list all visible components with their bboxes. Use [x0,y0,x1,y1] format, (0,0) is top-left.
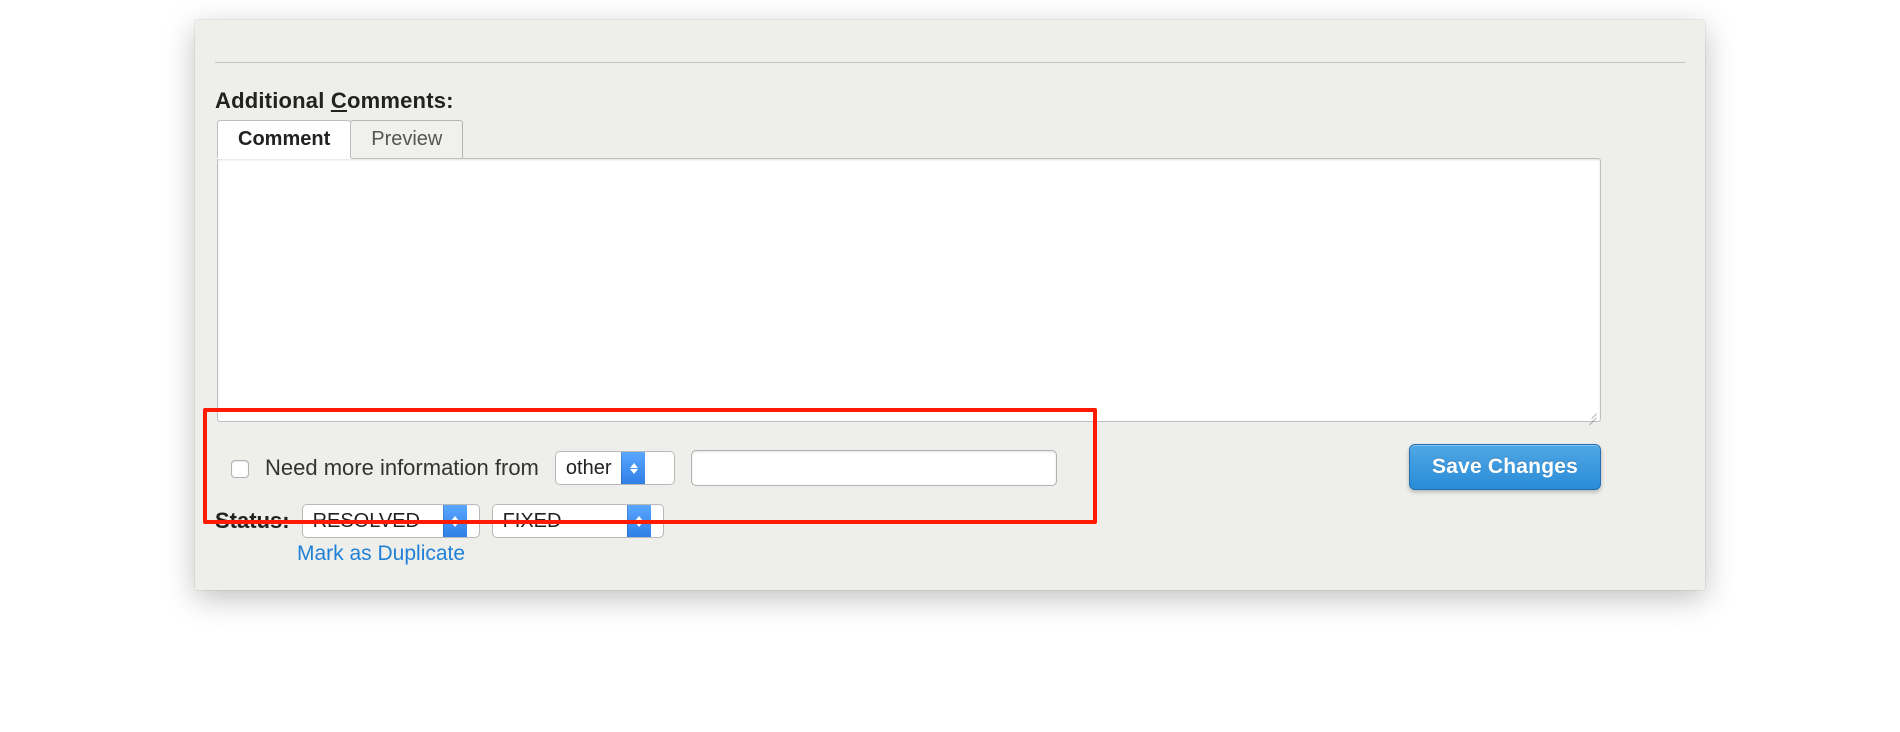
select-value: RESOLVED [303,510,443,533]
bug-edit-panel: Additional Comments: Comment Preview Nee… [195,20,1705,590]
select-value: other [556,457,622,480]
heading-part: Additional [215,88,331,113]
comment-textarea[interactable] [218,159,1600,421]
tab-comment[interactable]: Comment [217,120,351,158]
needinfo-row: Need more information from other [231,450,1057,486]
additional-comments-heading: Additional Comments: [215,88,454,114]
status-row: Status: RESOLVED FIXED [215,504,664,538]
needinfo-from-select[interactable]: other [555,451,675,485]
select-arrows-icon [621,452,645,484]
needinfo-label: Need more information from [265,455,539,481]
status-select[interactable]: RESOLVED [302,504,480,538]
heading-part: omments: [347,88,454,113]
mark-as-duplicate-link[interactable]: Mark as Duplicate [297,542,465,566]
select-arrows-icon [627,505,651,537]
save-changes-button[interactable]: Save Changes [1409,444,1601,490]
heading-accesskey: C [331,88,347,113]
needinfo-checkbox[interactable] [231,460,249,478]
resolution-select[interactable]: FIXED [492,504,664,538]
comment-textarea-wrap [217,158,1601,422]
tab-preview[interactable]: Preview [350,120,463,158]
select-value: FIXED [493,510,627,533]
status-label: Status: [215,508,290,534]
comment-tabs: Comment Preview [217,120,462,158]
needinfo-from-input[interactable] [691,450,1057,486]
select-arrows-icon [443,505,467,537]
